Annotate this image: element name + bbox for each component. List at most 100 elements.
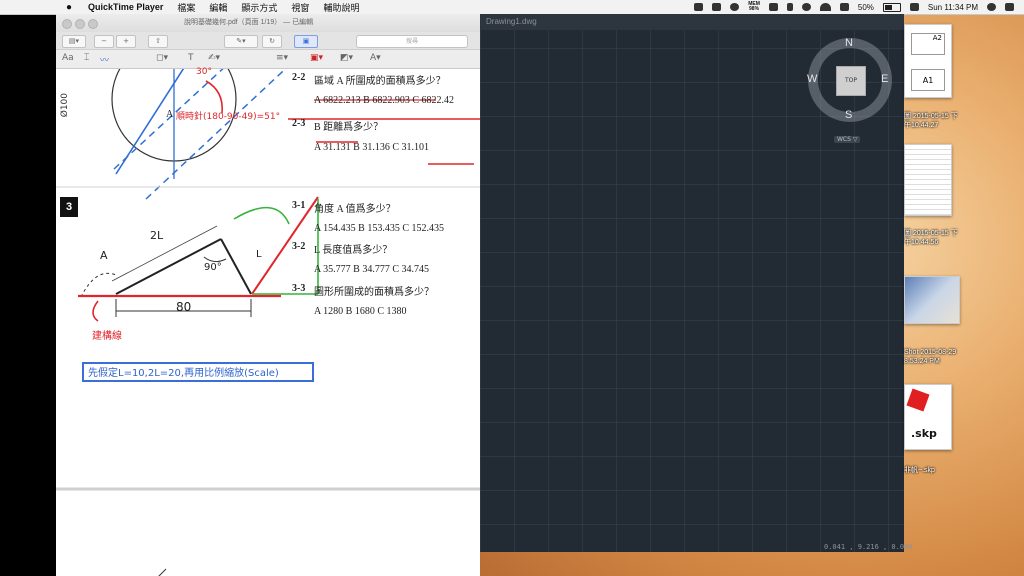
thumb1-a2-box: A2 — [911, 33, 945, 55]
viewcube-top-face[interactable]: TOP — [836, 66, 866, 96]
battery-icon[interactable] — [882, 2, 901, 12]
minimize-button[interactable] — [75, 19, 85, 29]
preview-window: 說明基礎幾何.pdf（頁面 1/19） — 已編輯 ▤▾ − + ⇧ ✎▾ ↻ … — [56, 14, 480, 576]
preview-title: 說明基礎幾何.pdf（頁面 1/19） — 已編輯 — [184, 14, 313, 32]
fill-color-icon[interactable]: ◩▾ — [340, 53, 353, 63]
record-icon[interactable] — [730, 3, 740, 11]
thumb1-a2: A2 — [932, 34, 942, 42]
dimension-2L — [111, 225, 218, 282]
close-button[interactable] — [62, 19, 72, 29]
viewcube-west[interactable]: W — [807, 73, 817, 85]
status-area: MEM 98% 50% Sun 11:34 PM — [694, 0, 1014, 14]
text-style-icon[interactable]: Aa — [62, 53, 74, 63]
volume-icon[interactable] — [839, 3, 849, 11]
zoom-button[interactable] — [88, 19, 98, 29]
screen: ● QuickTime Player 檔案 編輯 顯示方式 視窗 輔助說明 ME… — [0, 0, 1024, 576]
rotate-icon[interactable]: ↻ — [262, 35, 282, 48]
file1-line1: 圖 2015-05-15 下 — [904, 113, 958, 120]
download-icon[interactable] — [712, 3, 722, 11]
clock[interactable]: Sun 11:34 PM — [928, 3, 978, 12]
menu-window[interactable]: 視窗 — [291, 1, 309, 14]
file2-line1: 圖 2015-05-15 下 — [904, 230, 958, 237]
sign-icon[interactable]: ✍▾ — [208, 53, 220, 63]
angle-arc — [80, 272, 117, 298]
thumb1-a1: A1 — [922, 76, 934, 85]
bluetooth-icon[interactable] — [786, 3, 793, 11]
dropbox-icon[interactable] — [694, 3, 704, 11]
border-color-icon[interactable]: ▣▾ — [310, 53, 323, 63]
pen-tool-icon[interactable]: ✎▾ — [224, 35, 258, 48]
viewcube-east[interactable]: E — [881, 73, 888, 85]
q23-choices: A 31.131 B 31.136 C 31.101 — [314, 142, 430, 153]
menu-help[interactable]: 輔助說明 — [323, 1, 359, 14]
memory-monitor[interactable]: MEM 98% — [748, 2, 760, 12]
spotlight-icon[interactable] — [987, 3, 996, 11]
sketch-icon[interactable]: 〰 — [100, 53, 109, 66]
menubar: ● QuickTime Player 檔案 編輯 顯示方式 視窗 輔助說明 ME… — [0, 0, 1024, 15]
zoom-in-icon[interactable]: + — [116, 35, 136, 48]
notification-center-icon[interactable] — [1005, 3, 1014, 11]
wifi-icon[interactable] — [819, 3, 831, 11]
pdf-page[interactable]: Ø100 30° A 順時針(180-90-49)=51° 2-2 區域 A 所… — [56, 67, 480, 576]
q32-choices: A 35.777 B 34.777 C 34.745 — [314, 264, 430, 275]
angle-30-note: 30° — [196, 67, 212, 77]
viewcube-south[interactable]: S — [845, 109, 852, 121]
q22-label: 2-2 — [292, 72, 306, 83]
time-machine-icon[interactable] — [801, 3, 811, 11]
q33-text: 圖形所圍成的面積爲多少？ — [314, 287, 434, 298]
preview-toolbar: ▤▾ − + ⇧ ✎▾ ↻ ▣ 搜尋 — [56, 32, 480, 50]
markup-toolbar: Aa ⌶ 〰 ◻▾ T ✍▾ ≡▾ ▣▾ ◩▾ A▾ — [56, 50, 480, 69]
text-tool-icon[interactable]: T — [188, 53, 194, 63]
q22-text: 區域 A 所圍成的面積爲多少？ — [314, 76, 446, 87]
q22-choices: A 6822.213 B 6822.903 C 6822.42 — [314, 95, 455, 106]
menu-app-name[interactable]: QuickTime Player — [88, 2, 163, 12]
q31-choices: A 154.435 B 153.435 C 152.435 — [314, 223, 445, 234]
green-rotate-arrow — [233, 206, 290, 225]
label-A: A — [166, 109, 174, 120]
battery-percent[interactable]: 50% — [858, 3, 874, 12]
apple-menu-icon[interactable]: ● — [62, 2, 76, 13]
file3-line2: 8.53.24 PM — [904, 358, 940, 365]
desktop-file-thumbnail-1[interactable]: A2 A1 — [904, 24, 952, 98]
display-icon[interactable] — [768, 3, 778, 11]
desktop-file-label-1[interactable]: 圖 2015-05-15 下午10.44.27 — [904, 112, 958, 130]
zoom-out-icon[interactable]: − — [94, 35, 114, 48]
mem-value: 98% — [749, 6, 760, 12]
shapes-icon[interactable]: ◻▾ — [156, 53, 168, 63]
file4-name: 非帆~.skp — [904, 467, 935, 474]
file2-line2: 午10.44.56 — [904, 239, 939, 246]
share-icon[interactable]: ⇧ — [148, 35, 168, 48]
viewcube-north[interactable]: N — [845, 37, 853, 49]
q31-text: 角度 A 值爲多少？ — [314, 204, 396, 215]
diameter-label: Ø100 — [60, 93, 70, 118]
red-pointer-arrow — [92, 300, 99, 322]
desktop-file-label-3[interactable]: Shot 2015-08-29 8.53.24 PM — [904, 348, 956, 366]
menu-file[interactable]: 檔案 — [177, 1, 195, 14]
menu-view[interactable]: 顯示方式 — [241, 1, 277, 14]
preview-title-bar[interactable]: 說明基礎幾何.pdf（頁面 1/19） — 已編輯 — [56, 14, 480, 32]
clockwise-note: 順時針(180-90-49)=51° — [176, 112, 281, 122]
desktop-file-label-4[interactable]: 非帆~.skp — [904, 466, 935, 475]
wcs-menu[interactable]: WCS ▽ — [834, 136, 861, 143]
menu-edit[interactable]: 編輯 — [209, 1, 227, 14]
desktop-file-label-2[interactable]: 圖 2015-05-15 下午10.44.56 — [904, 229, 958, 247]
skp-file-icon[interactable]: .skp — [904, 384, 952, 450]
flag-icon[interactable] — [909, 3, 919, 11]
skp-logo-icon — [906, 388, 930, 412]
file1-line2: 午10.44.27 — [904, 122, 939, 129]
text-select-icon[interactable]: ⌶ — [84, 53, 89, 63]
desktop-file-thumbnail-2[interactable] — [904, 144, 952, 216]
font-icon[interactable]: A▾ — [370, 53, 381, 63]
sidebar-toggle-icon[interactable]: ▤▾ — [62, 35, 86, 48]
line-style-icon[interactable]: ≡▾ — [276, 53, 288, 63]
q31-label: 3-1 — [292, 200, 306, 211]
fig-label-L: L — [256, 249, 262, 260]
title-suffix: — 已編輯 — [283, 19, 314, 26]
search-field[interactable]: 搜尋 — [356, 35, 468, 48]
cad-title-bar[interactable]: Drawing1.dwg — [480, 14, 904, 30]
cad-title: Drawing1.dwg — [486, 17, 537, 26]
thumb1-a1-box: A1 — [911, 69, 945, 91]
desktop-file-thumbnail-3[interactable] — [904, 276, 960, 324]
toolbox-icon[interactable]: ▣ — [294, 35, 318, 48]
file3-line1: Shot 2015-08-29 — [904, 349, 957, 356]
